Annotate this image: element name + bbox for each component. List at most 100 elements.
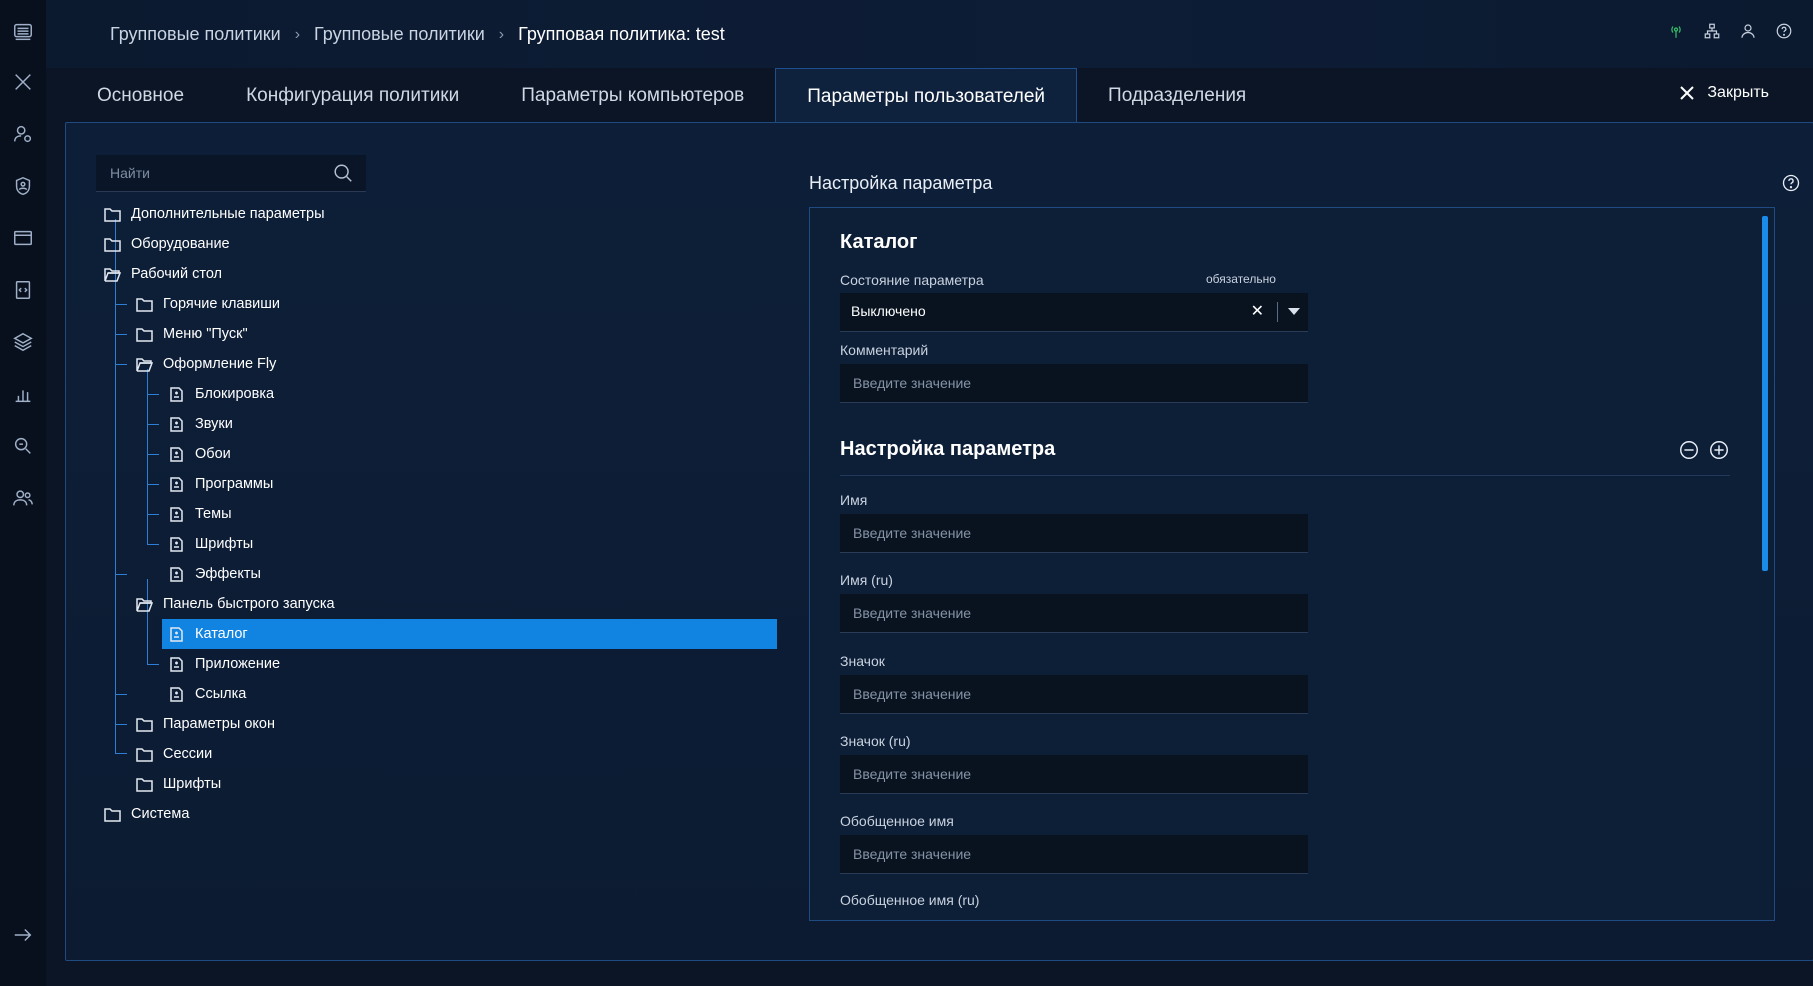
tree-node-folder[interactable]: Меню "Пуск" bbox=[136, 319, 248, 349]
user-settings-icon[interactable] bbox=[11, 122, 35, 146]
tab-policy-config[interactable]: Конфигурация политики bbox=[215, 68, 490, 123]
name-input[interactable] bbox=[851, 524, 1275, 542]
document-icon bbox=[168, 566, 185, 582]
document-icon bbox=[168, 686, 185, 702]
search-input[interactable] bbox=[108, 164, 312, 182]
window-icon[interactable] bbox=[11, 226, 35, 250]
tree-node-item[interactable]: Обои bbox=[168, 439, 231, 469]
folder-icon bbox=[136, 747, 153, 762]
icon-ru-input[interactable] bbox=[851, 765, 1275, 783]
clear-icon[interactable]: ✕ bbox=[1251, 301, 1264, 321]
document-icon bbox=[168, 476, 185, 492]
section-title: Каталог bbox=[840, 231, 918, 253]
scrollbar[interactable] bbox=[1762, 216, 1768, 906]
tree-node-folder[interactable]: Сессии bbox=[136, 739, 212, 769]
user-profile-icon[interactable] bbox=[1739, 22, 1757, 40]
tree-node-item[interactable]: Ссылка bbox=[168, 679, 246, 709]
tree-node-folder-open[interactable]: Панель быстрого запуска bbox=[136, 589, 335, 619]
users-icon[interactable] bbox=[11, 486, 35, 510]
tab-user-params[interactable]: Параметры пользователей bbox=[775, 68, 1078, 123]
tree-node-label: Рабочий стол bbox=[131, 266, 223, 282]
select-divider bbox=[1277, 302, 1278, 322]
breadcrumb-item[interactable]: Групповые политики bbox=[314, 24, 485, 45]
folder-icon bbox=[104, 207, 121, 222]
tree-node-label: Оформление Fly bbox=[163, 356, 277, 372]
left-rail bbox=[0, 0, 46, 986]
tree-node-item[interactable]: Звуки bbox=[168, 409, 233, 439]
icon-field bbox=[840, 675, 1308, 714]
tree-node-folder-open[interactable]: Рабочий стол bbox=[104, 259, 222, 289]
add-icon[interactable] bbox=[1708, 439, 1730, 466]
breadcrumb-separator: › bbox=[294, 25, 301, 43]
search-box bbox=[96, 155, 366, 192]
script-file-icon[interactable] bbox=[11, 278, 35, 302]
tree-node-label: Шрифты bbox=[163, 776, 222, 792]
tree-node-folder[interactable]: Система bbox=[104, 799, 189, 829]
icon-input[interactable] bbox=[851, 685, 1275, 703]
tree-node-folder[interactable]: Дополнительные параметры bbox=[104, 199, 325, 229]
add-remove-controls bbox=[1678, 439, 1730, 466]
tree-node-item[interactable]: Шрифты bbox=[168, 529, 253, 559]
tree-node-folder[interactable]: Горячие клавиши bbox=[136, 289, 280, 319]
field-label: Значок (ru) bbox=[840, 733, 911, 749]
tree-node-folder[interactable]: Оборудование bbox=[104, 229, 230, 259]
tree-node-label: Дополнительные параметры bbox=[131, 206, 325, 222]
comment-label: Комментарий bbox=[840, 342, 929, 358]
comment-field bbox=[840, 364, 1308, 403]
connection-status-icon[interactable] bbox=[1667, 22, 1685, 40]
scrollbar-thumb[interactable] bbox=[1762, 216, 1768, 571]
folder-icon bbox=[136, 777, 153, 792]
tree-node-item[interactable]: Программы bbox=[168, 469, 273, 499]
top-icons bbox=[1667, 22, 1793, 40]
tree-node-label: Обои bbox=[195, 446, 231, 462]
tab-computer-params[interactable]: Параметры компьютеров bbox=[490, 68, 775, 123]
shield-user-icon[interactable] bbox=[11, 174, 35, 198]
tree-node-item[interactable]: Темы bbox=[168, 499, 232, 529]
tab-bar: Основное Конфигурация политики Параметры… bbox=[66, 68, 1277, 123]
help-icon[interactable] bbox=[1775, 22, 1793, 40]
app-logo-icon[interactable] bbox=[11, 20, 35, 44]
network-icon[interactable] bbox=[1703, 22, 1721, 40]
help-icon[interactable] bbox=[1781, 173, 1801, 198]
tree-node-item[interactable]: Блокировка bbox=[168, 379, 274, 409]
name-ru-input[interactable] bbox=[851, 604, 1275, 622]
search-icon[interactable] bbox=[332, 162, 354, 189]
remove-icon[interactable] bbox=[1678, 439, 1700, 466]
tree-node-label: Блокировка bbox=[195, 386, 275, 402]
tab-general[interactable]: Основное bbox=[66, 68, 215, 123]
tree-node-folder[interactable]: Шрифты bbox=[136, 769, 221, 799]
breadcrumb-item[interactable]: Групповые политики bbox=[110, 24, 281, 45]
folder-icon bbox=[136, 297, 153, 312]
tree-node-label: Приложение bbox=[195, 656, 281, 672]
tools-icon[interactable] bbox=[11, 70, 35, 94]
tree-node-label: Сессии bbox=[163, 746, 213, 762]
generic-name-input[interactable] bbox=[851, 845, 1275, 863]
state-select[interactable]: Выключено ✕ bbox=[840, 293, 1308, 332]
tree-node-item[interactable]: Приложение bbox=[168, 649, 280, 679]
state-label: Состояние параметра bbox=[840, 272, 984, 288]
tree-node-label: Эффекты bbox=[195, 566, 261, 582]
close-icon bbox=[1680, 86, 1695, 100]
tree-node-folder-open[interactable]: Оформление Fly bbox=[136, 349, 276, 379]
bar-chart-icon[interactable] bbox=[11, 382, 35, 406]
generic-name-field bbox=[840, 835, 1308, 874]
tab-divisions[interactable]: Подразделения bbox=[1077, 68, 1277, 123]
search-zoom-icon[interactable] bbox=[11, 434, 35, 458]
close-button[interactable]: Закрыть bbox=[1679, 84, 1769, 102]
tree-node-folder[interactable]: Параметры окон bbox=[136, 709, 275, 739]
tree-node-label: Панель быстрого запуска bbox=[163, 596, 335, 612]
breadcrumb: Групповые политики › Групповые политики … bbox=[110, 24, 725, 45]
folder-icon bbox=[104, 807, 121, 822]
field-label: Имя bbox=[840, 492, 868, 508]
expand-arrow-icon[interactable] bbox=[11, 923, 35, 947]
tree-node-label: Параметры окон bbox=[163, 716, 275, 732]
comment-input[interactable] bbox=[851, 374, 1275, 392]
tree-node-item-selected[interactable]: Каталог bbox=[162, 619, 777, 649]
document-icon bbox=[168, 416, 185, 432]
tree-node-item[interactable]: Эффекты bbox=[168, 559, 261, 589]
chevron-down-icon[interactable] bbox=[1288, 308, 1300, 315]
name-ru-field bbox=[840, 594, 1308, 633]
layers-icon[interactable] bbox=[11, 330, 35, 354]
document-icon bbox=[168, 656, 185, 672]
tree-node-label: Ссылка bbox=[195, 686, 247, 702]
